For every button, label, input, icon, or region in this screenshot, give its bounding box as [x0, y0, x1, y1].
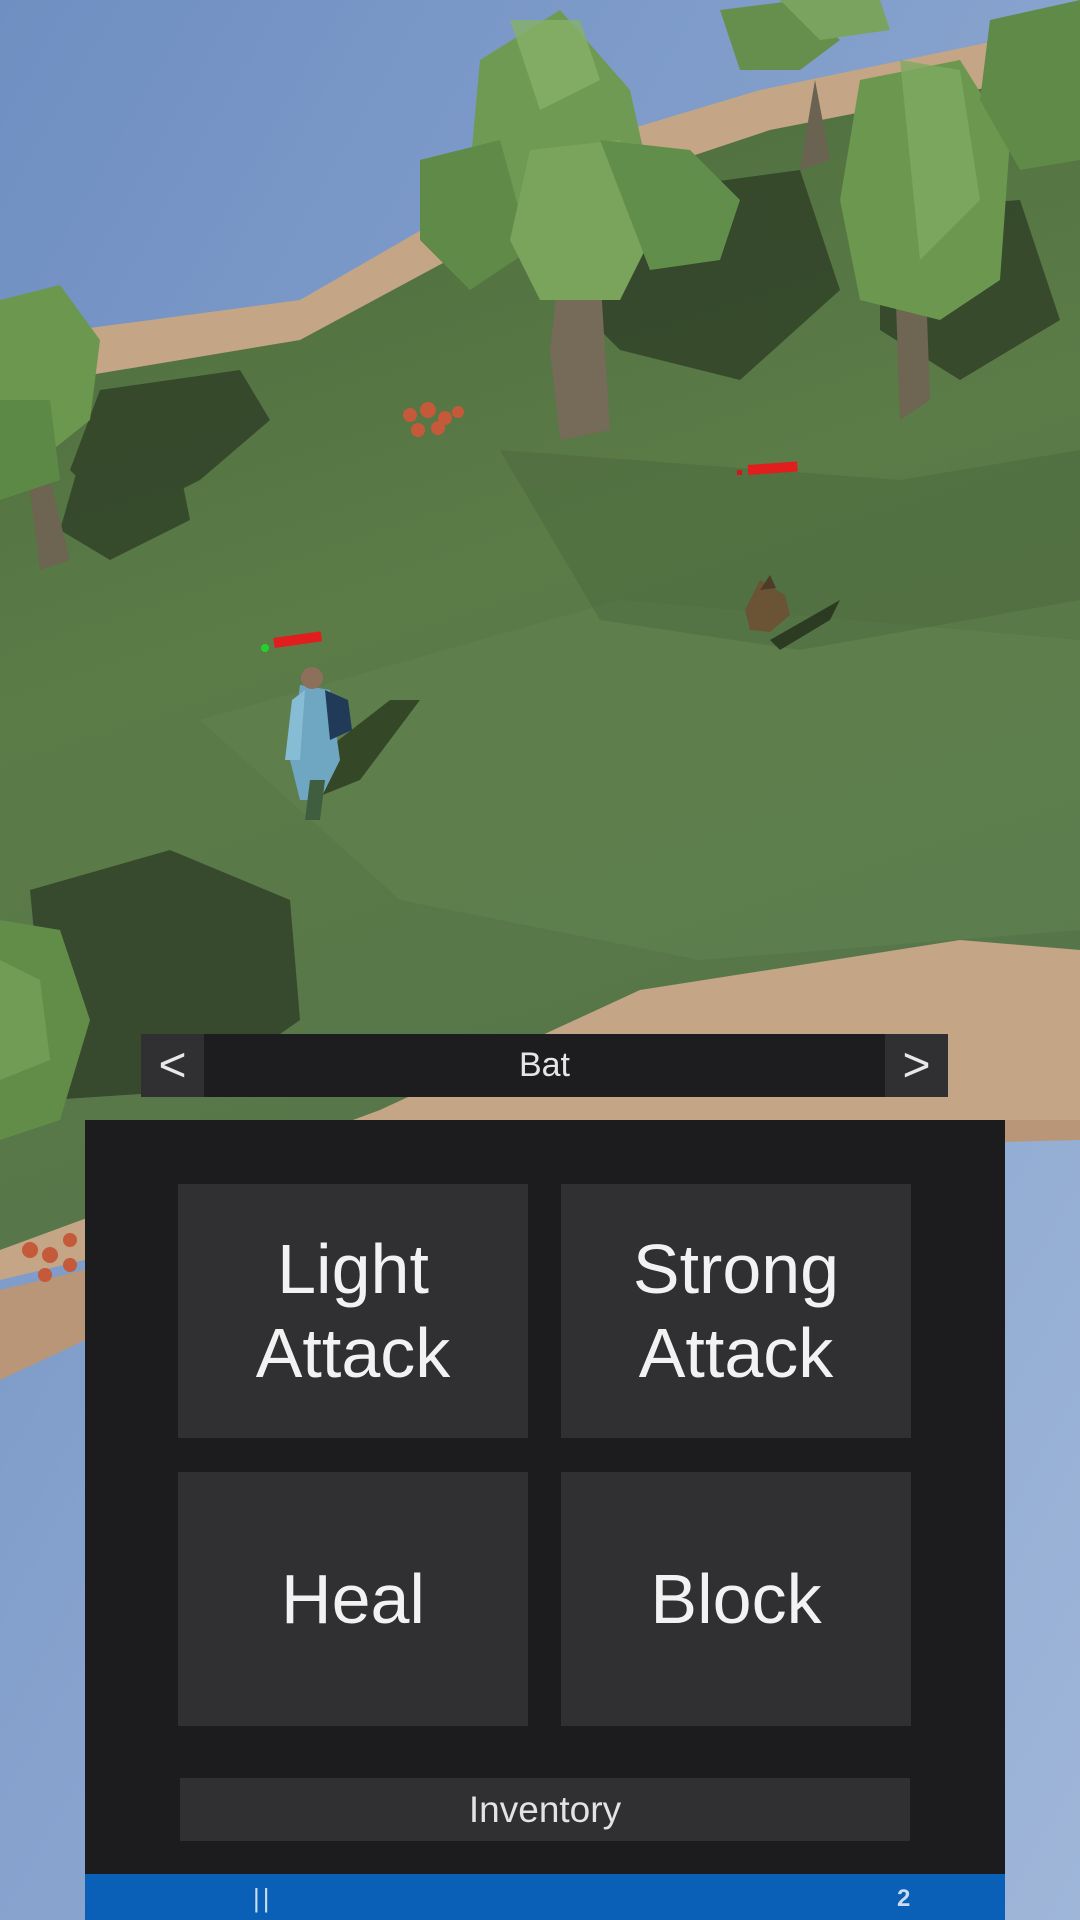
- heal-button[interactable]: Heal: [178, 1472, 528, 1726]
- next-target-button[interactable]: >: [885, 1034, 948, 1097]
- light-attack-button[interactable]: Light Attack: [178, 1184, 528, 1438]
- inventory-button[interactable]: Inventory: [180, 1778, 910, 1841]
- pause-button[interactable]: ||: [253, 1883, 273, 1914]
- target-selector: < Bat >: [141, 1034, 948, 1097]
- target-name: Bat: [518, 1046, 571, 1084]
- previous-target-button[interactable]: <: [141, 1034, 204, 1097]
- block-button[interactable]: Block: [561, 1472, 911, 1726]
- action-panel: Light Attack Strong Attack Heal Block In…: [85, 1120, 1005, 1920]
- status-bar: || 2: [85, 1874, 1005, 1920]
- strong-attack-button[interactable]: Strong Attack: [561, 1184, 911, 1438]
- count-label: 2: [897, 1885, 911, 1912]
